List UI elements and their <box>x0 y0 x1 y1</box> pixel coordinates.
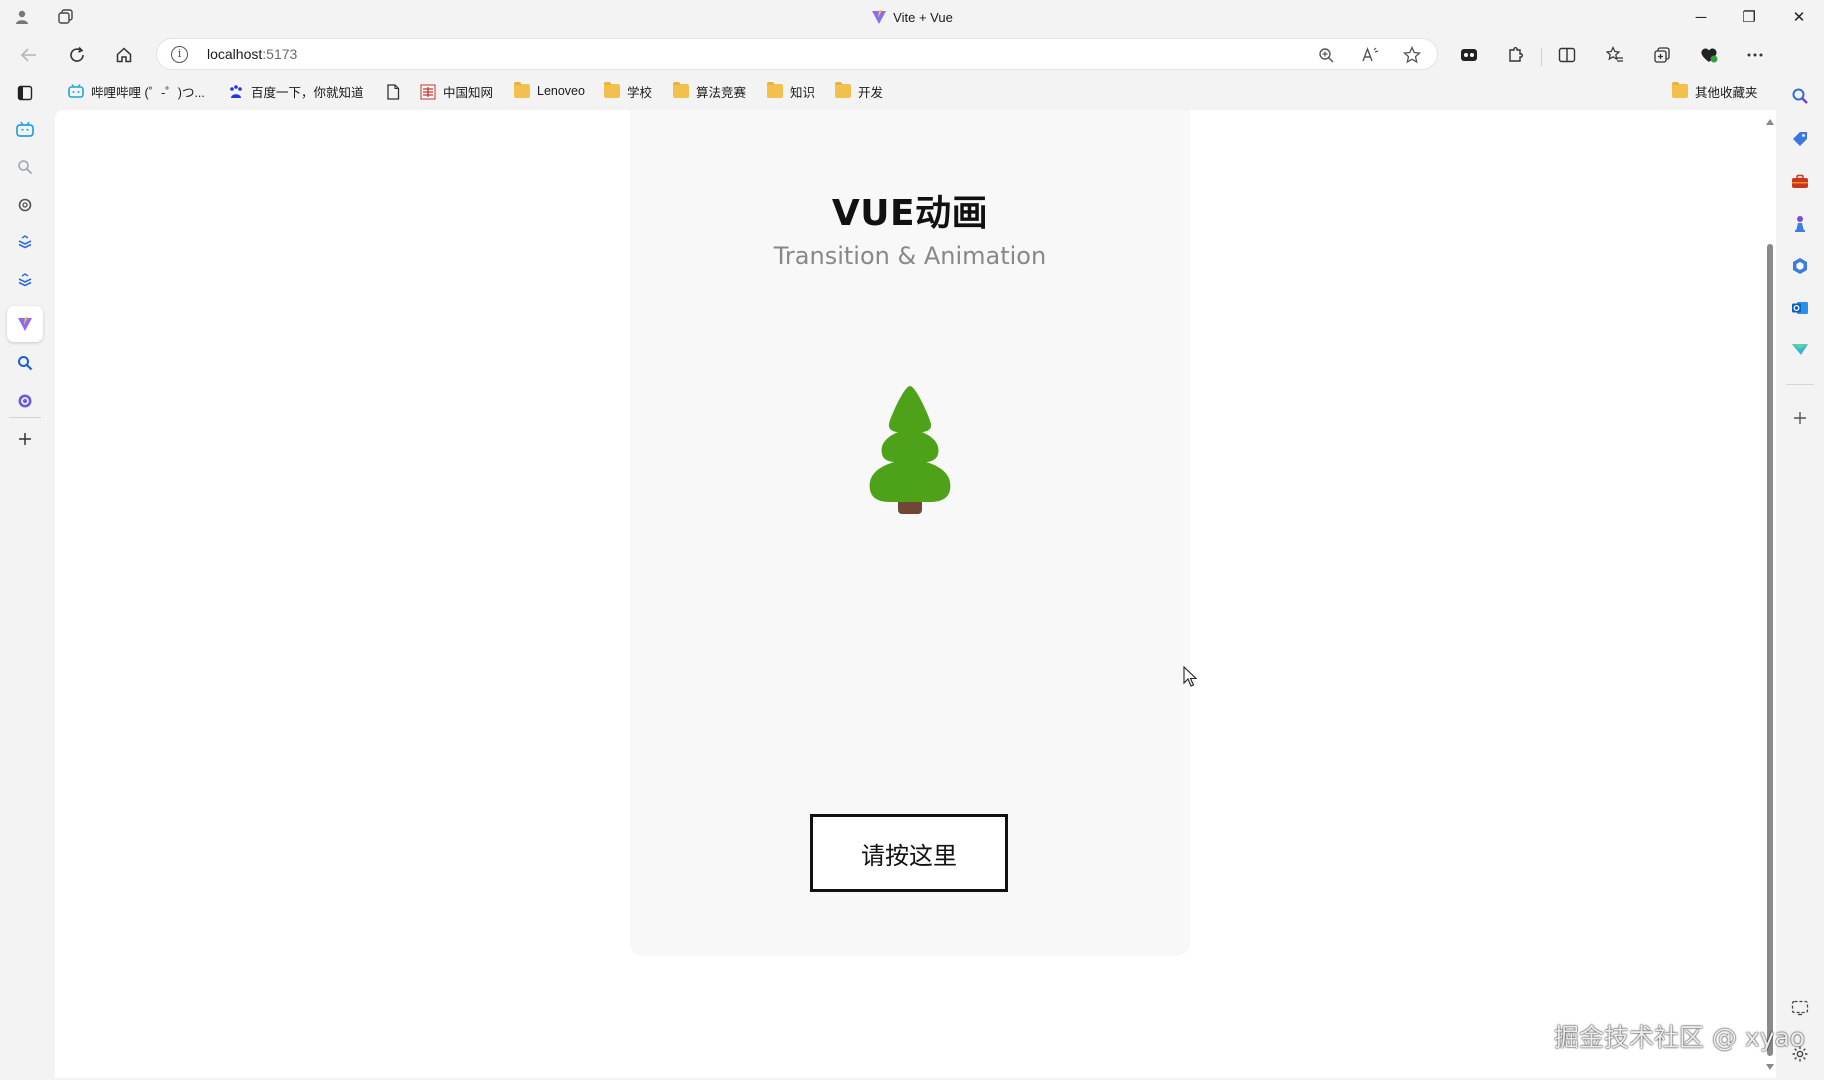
profile-icon[interactable] <box>12 7 32 27</box>
favorite-label: 开发 <box>858 85 884 100</box>
favorite-baidu[interactable]: 百度一下，你就知道 <box>228 81 364 101</box>
scroll-down-icon[interactable] <box>1766 1064 1774 1070</box>
restore-button[interactable]: ❐ <box>1726 0 1772 34</box>
bilibili-tab-icon[interactable] <box>13 117 37 141</box>
more-menu-icon[interactable] <box>1742 42 1768 68</box>
url-host: localhost <box>207 46 263 62</box>
title-bar: Vite + Vue ─ ❐ ✕ <box>0 0 1824 34</box>
favorite-label: 学校 <box>627 85 653 100</box>
home-icon[interactable] <box>111 42 137 68</box>
scroll-up-icon[interactable] <box>1766 119 1774 125</box>
favorite-folder-school[interactable]: 学校 <box>604 81 652 101</box>
favorite-cnki[interactable]: 中国知网 <box>420 81 493 101</box>
page-subtitle: Transition & Animation <box>773 242 1047 270</box>
favorites-bar: 哔哩哔哩 (゜-゜)つ... 百度一下，你就知道 中国知网 Lenoveo 学校… <box>54 76 1774 106</box>
outlook-icon[interactable] <box>1788 296 1812 320</box>
mouse-cursor-icon <box>1183 665 1199 693</box>
site-info-icon[interactable]: i <box>171 46 188 63</box>
browser-toolbar: i localhost:5173 <box>0 34 1824 74</box>
page-icon <box>386 84 402 100</box>
cnki-icon <box>420 84 436 100</box>
favorite-label: 算法竞赛 <box>696 85 747 100</box>
baidu-icon <box>228 84 244 98</box>
right-sidebar-divider <box>1786 384 1814 385</box>
collections-icon[interactable] <box>1649 42 1675 68</box>
window-title-text: Vite + Vue <box>893 10 953 25</box>
toolbar-divider <box>1541 48 1542 66</box>
add-sidebar-app-icon[interactable] <box>1788 406 1812 430</box>
chatgpt-tab-icon[interactable] <box>13 193 37 217</box>
tools-briefcase-icon[interactable] <box>1788 170 1812 194</box>
screenshot-icon[interactable] <box>1788 996 1812 1020</box>
favorite-bilibili[interactable]: 哔哩哔哩 (゜-゜)つ... <box>68 81 205 101</box>
workspaces-icon[interactable] <box>56 7 76 27</box>
search-icon[interactable] <box>1788 84 1812 108</box>
browser-essentials-icon[interactable] <box>1696 42 1722 68</box>
url-text[interactable]: localhost:5173 <box>207 46 297 62</box>
favorite-folder-algorithms[interactable]: 算法竞赛 <box>673 81 746 101</box>
extensions-icon[interactable] <box>1502 42 1528 68</box>
folder-icon <box>673 82 689 98</box>
other-favorites[interactable]: 其他收藏夹 <box>1672 81 1758 101</box>
extension-games-icon[interactable] <box>1456 42 1482 68</box>
shopping-tag-icon[interactable] <box>1788 127 1812 151</box>
favorite-folder-knowledge[interactable]: 知识 <box>767 81 815 101</box>
new-tab-plus-icon[interactable] <box>13 427 37 451</box>
search-tab-icon-blue[interactable] <box>13 351 37 375</box>
other-favorites-label: 其他收藏夹 <box>1695 85 1758 100</box>
scroll-thumb[interactable] <box>1767 244 1773 1056</box>
folder-icon <box>604 82 620 98</box>
layers-tab-icon-2[interactable] <box>13 269 37 293</box>
address-bar[interactable]: i localhost:5173 <box>156 38 1438 70</box>
split-screen-icon[interactable] <box>1554 42 1580 68</box>
favorite-label: 知识 <box>790 85 816 100</box>
left-sidebar <box>0 74 50 1080</box>
favorite-label: 中国知网 <box>443 85 494 100</box>
sidebar-divider <box>9 417 41 418</box>
send-drop-icon[interactable] <box>1788 337 1812 361</box>
page-viewport: VUE动画 Transition & Animation 请按这里 <box>55 110 1776 1078</box>
vite-tab-icon[interactable] <box>13 312 37 336</box>
window-title: Vite + Vue <box>0 9 1824 28</box>
layers-tab-icon-1[interactable] <box>13 231 37 255</box>
folder-icon <box>835 82 851 98</box>
folder-icon <box>1672 82 1688 98</box>
microsoft365-icon[interactable] <box>1788 254 1812 278</box>
favorite-label: 百度一下，你就知道 <box>251 85 364 100</box>
animation-card: VUE动画 Transition & Animation 请按这里 <box>630 110 1190 956</box>
vite-logo-icon <box>871 9 887 28</box>
back-icon[interactable] <box>16 42 42 68</box>
folder-icon <box>514 82 530 98</box>
favorite-label: Lenoveo <box>537 84 585 98</box>
page-title: VUE动画 <box>831 193 989 234</box>
folder-icon <box>767 82 783 98</box>
zoom-icon[interactable] <box>1315 44 1337 66</box>
tree-icon <box>858 384 962 518</box>
close-button[interactable]: ✕ <box>1776 0 1822 34</box>
page-scrollbar[interactable] <box>1764 110 1776 1078</box>
favorites-list-icon[interactable] <box>1602 42 1628 68</box>
minimize-button[interactable]: ─ <box>1678 0 1724 34</box>
watermark: 掘金技术社区 @ xyao <box>1554 1023 1806 1052</box>
favorite-page[interactable] <box>386 81 409 101</box>
favorite-label: 哔哩哔哩 (゜-゜)つ... <box>91 85 205 100</box>
favorite-folder-lenoveo[interactable]: Lenoveo <box>514 81 585 101</box>
press-here-button[interactable]: 请按这里 <box>810 814 1008 892</box>
favorite-star-icon[interactable] <box>1401 44 1423 66</box>
circle-tab-icon[interactable] <box>13 389 37 413</box>
search-tab-icon[interactable] <box>13 155 37 179</box>
read-aloud-icon[interactable] <box>1359 44 1381 66</box>
games-chess-icon[interactable] <box>1788 212 1812 236</box>
url-port: :5173 <box>262 46 298 62</box>
tab-actions-icon[interactable] <box>13 81 37 105</box>
favorite-folder-dev[interactable]: 开发 <box>835 81 883 101</box>
refresh-icon[interactable] <box>64 42 90 68</box>
bilibili-icon <box>68 84 84 98</box>
right-sidebar <box>1776 34 1824 1080</box>
